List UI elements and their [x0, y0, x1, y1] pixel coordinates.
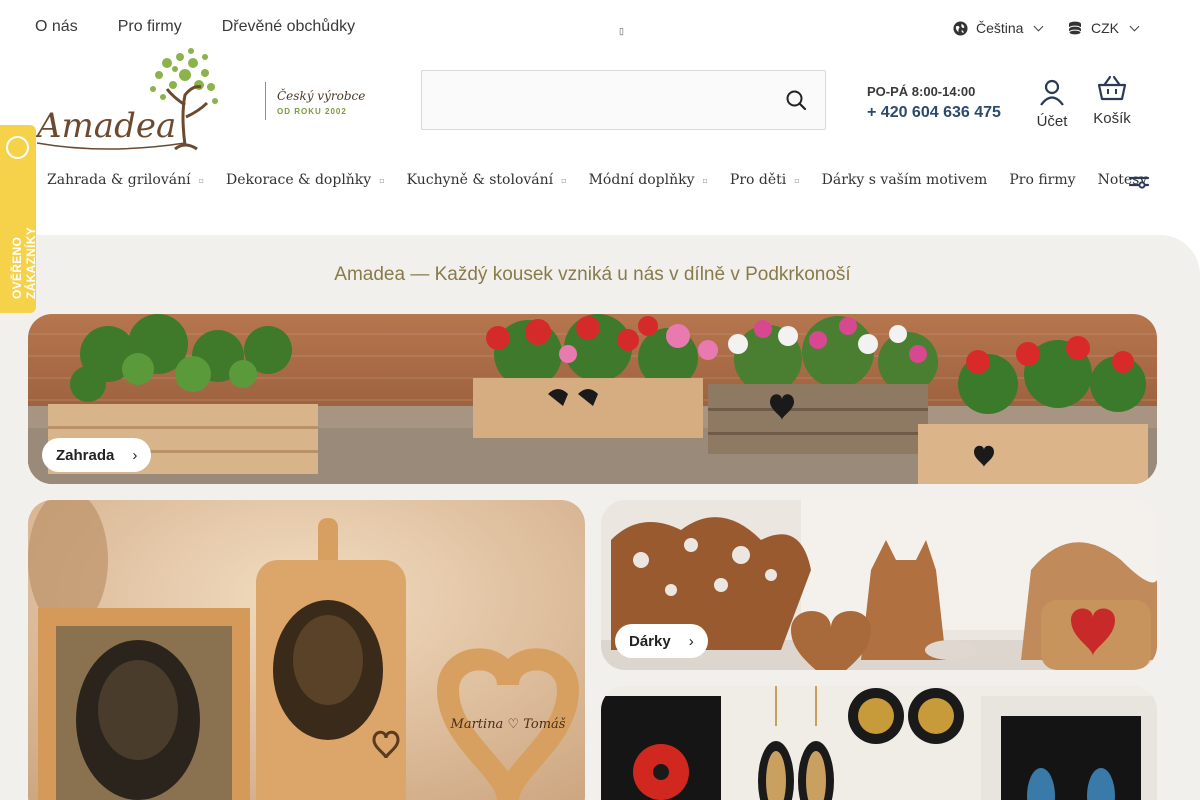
category-tile-garden[interactable]: Zahrada ›	[28, 314, 1157, 484]
verified-seal-icon	[6, 136, 29, 159]
opening-hours: PO-PÁ 8:00-14:00	[867, 84, 976, 99]
svg-text:Amadea: Amadea	[35, 106, 176, 146]
tagline-since: OD ROKU 2002	[277, 107, 347, 116]
user-icon	[1040, 79, 1064, 106]
basket-icon	[1097, 75, 1127, 101]
coins-icon	[1068, 21, 1082, 35]
category-pill-gifts[interactable]: Dárky ›	[615, 624, 708, 658]
dropdown-indicator-icon: ▫	[794, 175, 800, 185]
language-label: Čeština	[976, 20, 1024, 36]
phone-number[interactable]: + 420 604 636 475	[867, 104, 1001, 122]
badge-label: OVĚŘENO ZÁKAZNÍKY	[10, 226, 38, 299]
category-label-garden: Zahrada	[56, 446, 115, 464]
verified-customers-badge[interactable]: OVĚŘENO ZÁKAZNÍKY	[0, 125, 38, 313]
search-icon[interactable]	[785, 89, 807, 111]
chevron-down-icon	[1129, 21, 1140, 31]
engraved-wood-image: Martina ♡ Tomáš	[28, 500, 585, 800]
placeholder-glyph: ▯	[619, 26, 624, 36]
svg-text:Martina ♡ Tomáš: Martina ♡ Tomáš	[450, 717, 566, 732]
cart-label: Košík	[1093, 110, 1131, 127]
nav-item-custom-gifts[interactable]: Dárky s vaším motivem	[822, 172, 988, 188]
nav-item-garden[interactable]: Zahrada & grilování ▫	[47, 172, 204, 188]
account-button[interactable]: Účet	[1036, 78, 1068, 130]
nav-item-fashion[interactable]: Módní doplňky ▫	[589, 172, 708, 188]
nav-item-kitchen[interactable]: Kuchyně & stolování ▫	[407, 172, 567, 188]
nav-item-business[interactable]: Pro firmy	[1009, 172, 1075, 188]
category-tile-engraving[interactable]: Martina ♡ Tomáš	[28, 500, 585, 800]
main-nav: Zahrada & grilování ▫ Dekorace & doplňky ▫…	[47, 172, 1169, 188]
top-link-wooden-shops[interactable]: Dřevěné obchůdky	[222, 18, 355, 36]
brand-logo[interactable]: Amadea	[34, 45, 225, 155]
tagline-czech-maker: Český výrobce	[277, 89, 366, 103]
nav-item-decor[interactable]: Dekorace & doplňky ▫	[226, 172, 385, 188]
dropdown-indicator-icon: ▫	[702, 175, 708, 185]
dropdown-indicator-icon: ▫	[379, 175, 385, 185]
top-links: O nás Pro firmy Dřevěné obchůdky	[35, 18, 355, 36]
chevron-right-icon: ›	[688, 632, 694, 650]
currency-selector[interactable]: CZK	[1067, 20, 1140, 36]
top-link-business[interactable]: Pro firmy	[118, 18, 182, 36]
language-selector[interactable]: Čeština	[953, 20, 1044, 36]
chevron-down-icon	[1034, 21, 1044, 31]
search-input[interactable]	[422, 71, 772, 129]
category-label-gifts: Dárky	[629, 632, 671, 650]
chevron-right-icon: ›	[132, 446, 138, 464]
cart-button[interactable]: Košík	[1093, 74, 1131, 127]
category-tile-jewelry[interactable]	[601, 686, 1157, 800]
garden-planters-image	[28, 314, 1157, 484]
top-link-about[interactable]: O nás	[35, 18, 78, 36]
brand-tagline: Český výrobce OD ROKU 2002	[265, 82, 365, 120]
jewelry-image	[601, 686, 1157, 800]
dropdown-indicator-icon: ▫	[198, 175, 205, 185]
nav-item-kids[interactable]: Pro děti ▫	[730, 172, 800, 188]
page-headline: Amadea — Každý kousek vzniká u nás v díl…	[334, 264, 851, 285]
tree-logo-icon: Amadea	[34, 48, 218, 151]
account-label: Účet	[1036, 113, 1068, 130]
dropdown-indicator-icon: ▫	[561, 175, 567, 185]
search-box	[421, 70, 826, 130]
category-pill-garden[interactable]: Zahrada ›	[42, 438, 152, 472]
category-tile-gifts[interactable]: Dárky ›	[601, 500, 1157, 670]
globe-icon	[953, 20, 968, 36]
currency-label: CZK	[1091, 20, 1119, 36]
menu-toggle-icon[interactable]	[1128, 175, 1150, 191]
